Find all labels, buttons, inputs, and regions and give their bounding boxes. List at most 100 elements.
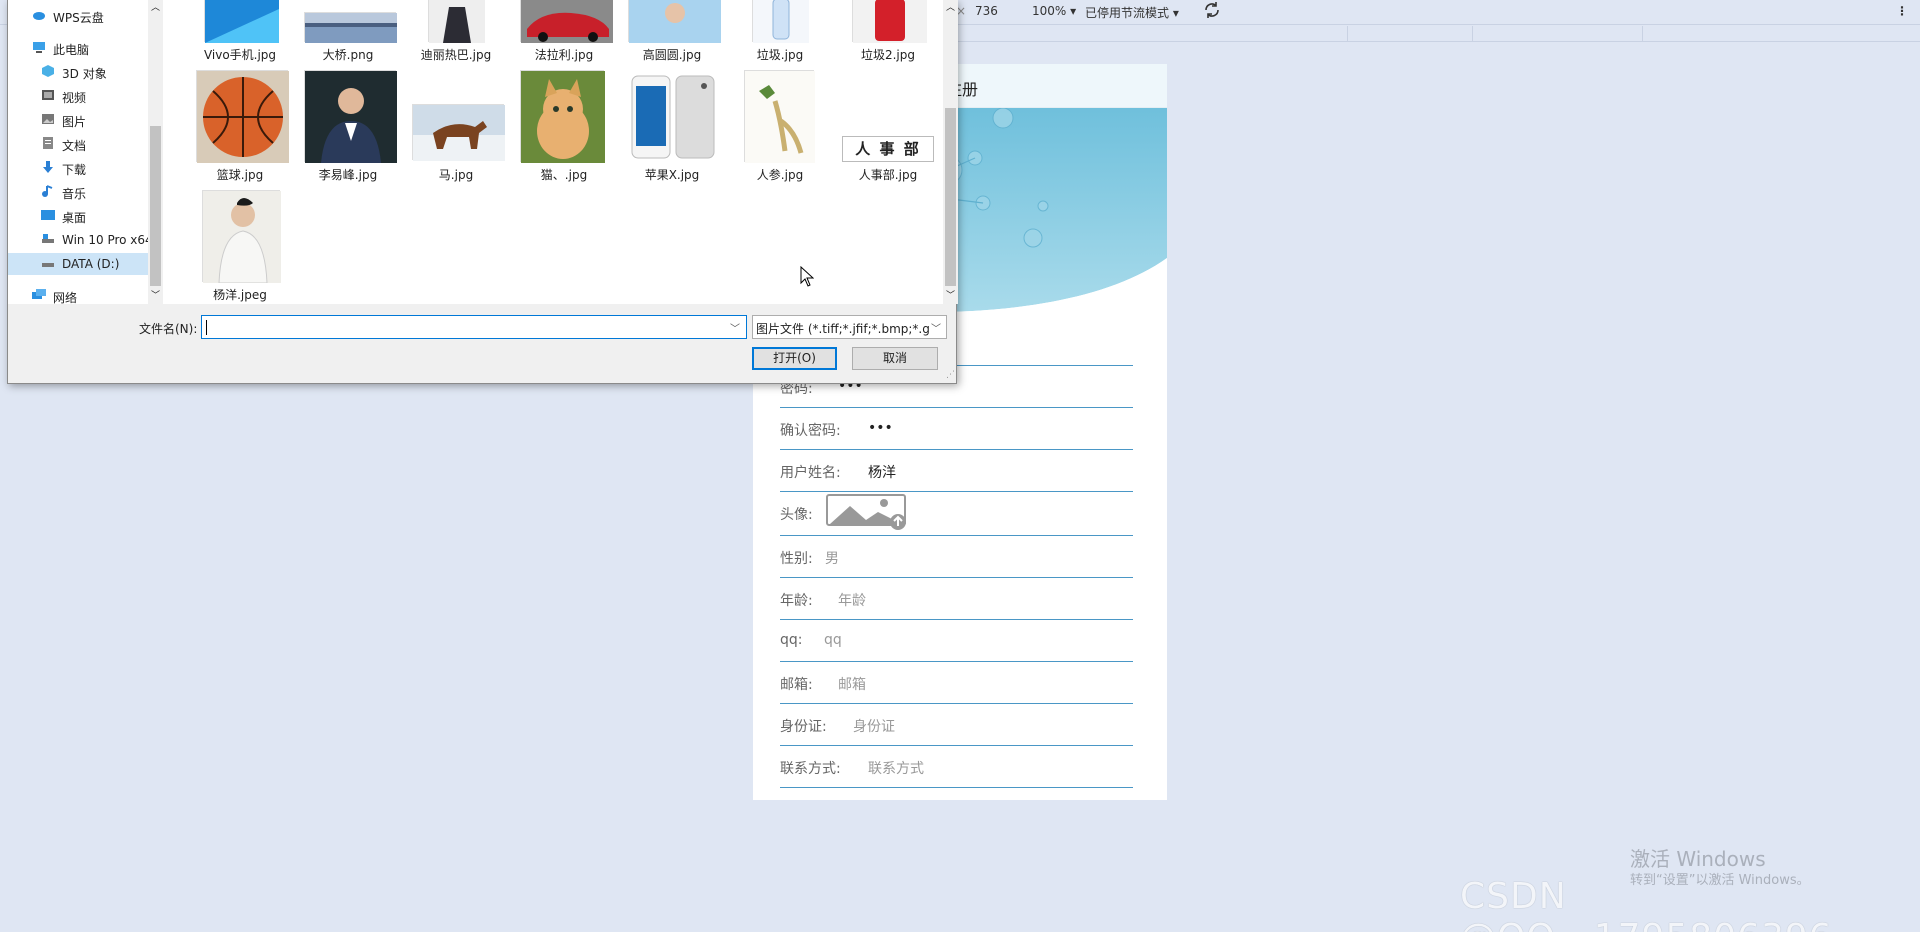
file-thumbnail <box>412 104 505 161</box>
file-thumbnail <box>304 70 397 163</box>
file-open-dialog: WPS云盘 此电脑 3D 对象 视频 图片 文档 下载 音乐 桌面 Win 10… <box>7 0 958 384</box>
image-upload-icon[interactable] <box>826 494 912 534</box>
nav-item-3d-objects[interactable]: 3D 对象 <box>8 61 148 83</box>
gender-select[interactable]: 男 <box>825 548 839 568</box>
file-item[interactable]: 人参.jpg <box>732 70 828 188</box>
file-thumbnail <box>304 12 397 43</box>
file-thumbnail <box>202 190 281 284</box>
drive-icon <box>41 257 55 269</box>
file-list-scrollbar[interactable]: ︿ ﹀ <box>943 0 958 304</box>
viewport-height[interactable]: 736 <box>975 4 998 18</box>
activate-windows-title: 激活 Windows <box>1630 847 1766 871</box>
open-button[interactable]: 打开(O) <box>752 347 837 370</box>
nav-item-wps-cloud[interactable]: WPS云盘 <box>8 5 148 27</box>
id-card-row: 身份证: 身份证 <box>780 704 1133 746</box>
file-thumbnail <box>628 74 720 160</box>
download-icon <box>41 161 55 173</box>
username-input[interactable]: 杨洋 <box>868 462 896 482</box>
file-scroll-thumb[interactable] <box>945 108 956 286</box>
contact-row: 联系方式: 联系方式 <box>780 746 1133 788</box>
file-thumbnail <box>196 70 289 163</box>
confirm-password-label: 确认密码: <box>780 423 841 439</box>
file-item[interactable]: 篮球.jpg <box>192 70 289 188</box>
scroll-down-icon[interactable]: ﹀ <box>151 288 160 301</box>
desktop-icon <box>41 209 55 221</box>
qq-label: qq: <box>780 632 803 648</box>
file-thumbnail <box>204 0 279 43</box>
age-row: 年龄: 年龄 <box>780 578 1133 620</box>
nav-item-videos[interactable]: 视频 <box>8 85 148 107</box>
chevron-down-icon[interactable]: ﹀ <box>730 320 740 335</box>
throttle-select[interactable]: 已停用节流模式 ▾ <box>1085 4 1179 21</box>
filename-label: 文件名(N): <box>139 322 198 336</box>
avatar-label: 头像: <box>780 507 813 523</box>
gender-label: 性别: <box>780 551 813 567</box>
nav-item-this-pc[interactable]: 此电脑 <box>8 37 148 59</box>
file-list: Vivo手机.jpg 大桥.png 迪丽热巴.jpg 法拉利.jpg 高圆圆.j… <box>163 0 943 304</box>
avatar-row: 头像: <box>780 492 1133 536</box>
text-caret <box>206 320 207 335</box>
cube-icon <box>41 65 55 77</box>
confirm-password-row: 确认密码: ••• <box>780 408 1133 450</box>
file-thumbnail <box>628 0 721 43</box>
id-card-input[interactable]: 身份证 <box>853 716 895 736</box>
file-thumbnail <box>520 70 605 163</box>
chevron-down-icon[interactable]: ﹀ <box>931 320 941 335</box>
nav-item-network[interactable]: 网络 <box>8 285 148 307</box>
nav-scrollbar[interactable]: ︿ ﹀ <box>148 0 163 304</box>
file-thumbnail <box>744 70 815 163</box>
scroll-up-icon[interactable]: ︿ <box>151 0 160 13</box>
document-icon <box>41 137 55 149</box>
email-row: 邮箱: 邮箱 <box>780 662 1133 704</box>
file-thumbnail: 人 事 部 <box>842 136 934 162</box>
contact-input[interactable]: 联系方式 <box>868 758 924 778</box>
username-row: 用户姓名: 杨洋 <box>780 450 1133 492</box>
navigation-pane: WPS云盘 此电脑 3D 对象 视频 图片 文档 下载 音乐 桌面 Win 10… <box>8 0 163 307</box>
file-type-select[interactable]: 图片文件 (*.tiff;*.jfif;*.bmp;*.gi ﹀ <box>752 315 947 339</box>
scroll-up-icon[interactable]: ︿ <box>946 0 955 13</box>
file-item[interactable]: 苹果X.jpg <box>624 70 720 188</box>
file-thumbnail <box>520 0 613 43</box>
video-icon <box>41 89 55 101</box>
nav-item-documents[interactable]: 文档 <box>8 133 148 155</box>
age-label: 年龄: <box>780 593 813 609</box>
nav-item-downloads[interactable]: 下载 <box>8 157 148 179</box>
file-item[interactable]: 马.jpg <box>408 70 505 188</box>
qq-input[interactable]: qq <box>824 632 842 648</box>
more-menu-icon[interactable]: ⋮ <box>1896 4 1908 18</box>
file-item[interactable]: 杨洋.jpeg <box>192 190 288 308</box>
cancel-button[interactable]: 取消 <box>852 347 938 370</box>
nav-item-pictures[interactable]: 图片 <box>8 109 148 131</box>
file-thumbnail <box>852 0 927 43</box>
resize-grip-icon[interactable]: ⋰ <box>946 370 955 380</box>
file-thumbnail <box>428 0 485 43</box>
rotate-icon[interactable] <box>1203 1 1221 22</box>
qq-row: qq: qq <box>780 620 1133 662</box>
confirm-password-input[interactable]: ••• <box>868 420 893 436</box>
age-input[interactable]: 年龄 <box>838 590 866 610</box>
nav-item-system-drive[interactable]: Win 10 Pro x64 <box>8 229 148 251</box>
file-item[interactable]: 李易峰.jpg <box>300 70 397 188</box>
filename-input[interactable]: ﹀ <box>201 315 747 339</box>
nav-item-desktop[interactable]: 桌面 <box>8 205 148 227</box>
activate-windows-subtitle: 转到“设置”以激活 Windows。 <box>1630 873 1810 888</box>
gender-row: 性别: 男 <box>780 536 1133 578</box>
zoom-select[interactable]: 100% ▾ <box>1032 4 1076 18</box>
username-label: 用户姓名: <box>780 465 841 481</box>
music-icon <box>41 185 55 197</box>
nav-scroll-thumb[interactable] <box>150 126 161 286</box>
computer-icon <box>32 41 46 53</box>
nav-item-data-drive[interactable]: DATA (D:) <box>8 253 148 275</box>
file-item[interactable]: 猫、.jpg <box>516 70 612 188</box>
network-icon <box>32 289 46 301</box>
email-label: 邮箱: <box>780 677 813 693</box>
email-input[interactable]: 邮箱 <box>838 674 866 694</box>
mouse-cursor-icon <box>800 266 814 287</box>
contact-label: 联系方式: <box>780 761 841 777</box>
register-form: 密码: ••• 确认密码: ••• 用户姓名: 杨洋 头像: 性别: 男 年龄:… <box>780 324 1133 788</box>
file-item[interactable]: 人 事 部人事部.jpg <box>840 70 936 188</box>
picture-icon <box>41 113 55 125</box>
id-card-label: 身份证: <box>780 719 827 735</box>
nav-item-music[interactable]: 音乐 <box>8 181 148 203</box>
scroll-down-icon[interactable]: ﹀ <box>946 288 955 301</box>
